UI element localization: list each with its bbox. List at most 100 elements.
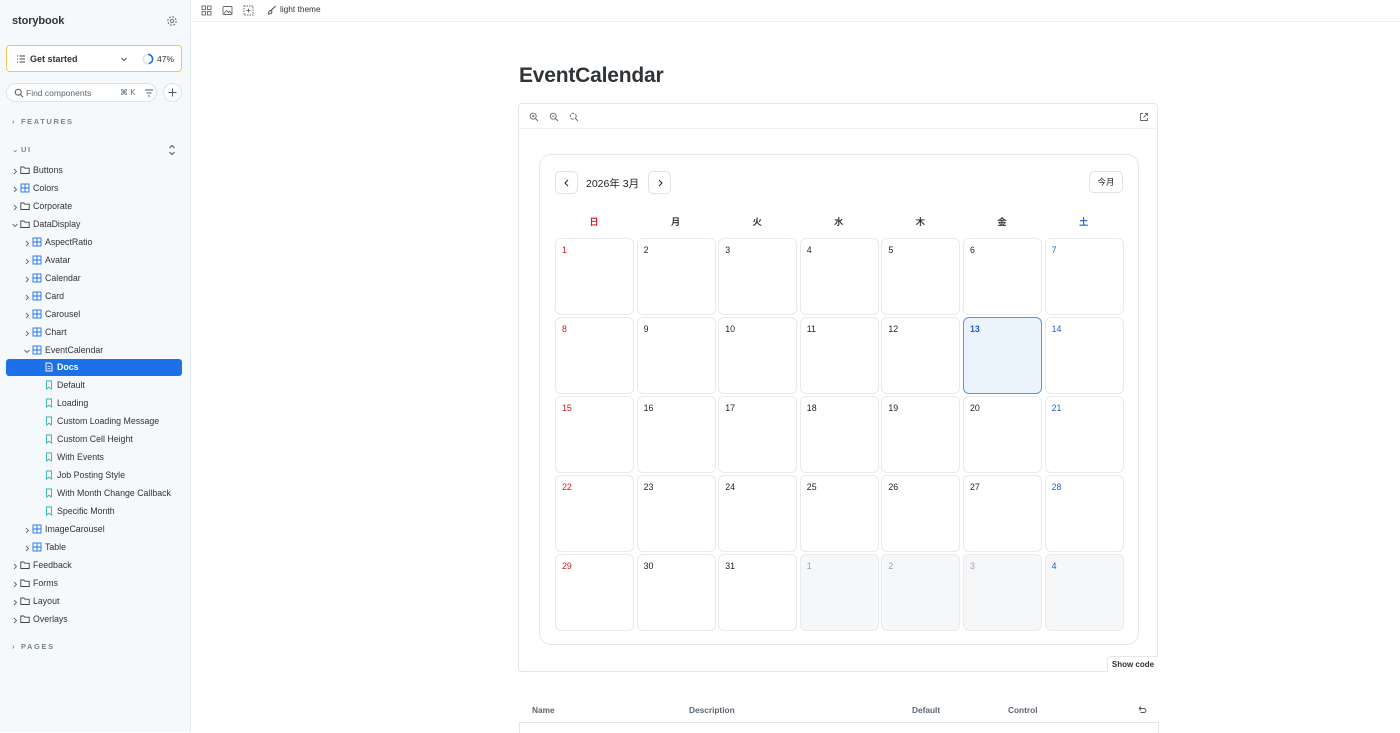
- filter-icon[interactable]: [144, 88, 154, 98]
- sidebar-item-specific-month[interactable]: Specific Month: [0, 503, 190, 520]
- calendar-day-cell[interactable]: 28: [1044, 475, 1124, 552]
- sidebar-item-chart[interactable]: Chart: [0, 324, 190, 341]
- calendar-day-cell[interactable]: 2: [636, 238, 716, 315]
- calendar-day-cell[interactable]: 7: [1044, 238, 1124, 315]
- bookmark-icon: [44, 488, 54, 498]
- sidebar-item-aspectratio[interactable]: AspectRatio: [0, 234, 190, 251]
- calendar-day-cell[interactable]: 6: [963, 238, 1042, 315]
- calendar-day-cell[interactable]: 25: [799, 475, 879, 552]
- chevron-right-icon: [12, 580, 18, 588]
- theme-switcher[interactable]: light theme: [267, 4, 321, 15]
- calendar-day-cell[interactable]: 22: [555, 475, 634, 552]
- sidebar-item-custom-cell-height[interactable]: Custom Cell Height: [0, 431, 190, 448]
- search-icon: [14, 88, 24, 98]
- calendar-day-cell[interactable]: 20: [963, 396, 1042, 473]
- sidebar-item-overlays[interactable]: Overlays: [0, 611, 190, 628]
- component-icon: [20, 183, 30, 193]
- folder-icon: [20, 578, 30, 588]
- calendar-day-cell[interactable]: 17: [718, 396, 798, 473]
- calendar-day-cell[interactable]: 24: [718, 475, 798, 552]
- calendar-day-cell[interactable]: 19: [881, 396, 961, 473]
- next-month-button[interactable]: [648, 171, 671, 194]
- add-button[interactable]: [163, 83, 182, 102]
- sidebar-item-calendar[interactable]: Calendar: [0, 270, 190, 287]
- sidebar-item-corporate[interactable]: Corporate: [0, 198, 190, 215]
- open-new-tab-icon[interactable]: [1139, 112, 1149, 122]
- calendar-day-cell[interactable]: 31: [718, 554, 798, 631]
- zoom-reset-icon[interactable]: [569, 112, 579, 122]
- calendar-day-cell[interactable]: 9: [636, 317, 716, 394]
- outline-icon[interactable]: [243, 5, 254, 16]
- expand-collapse-icon[interactable]: [167, 143, 177, 157]
- calendar-day-cell[interactable]: 10: [718, 317, 798, 394]
- calendar-day-cell[interactable]: 1: [799, 554, 879, 631]
- calendar-day-cell[interactable]: 2: [881, 554, 961, 631]
- sidebar-item-label: Table: [45, 542, 67, 552]
- sidebar-item-imagecarousel[interactable]: ImageCarousel: [0, 521, 190, 538]
- calendar-day-cell[interactable]: 15: [555, 396, 634, 473]
- calendar-day-cell[interactable]: 5: [881, 238, 961, 315]
- show-code-button[interactable]: Show code: [1107, 656, 1158, 672]
- section-features[interactable]: › FEATURES: [12, 117, 74, 126]
- storybook-logo[interactable]: storybook: [12, 15, 64, 27]
- calendar-day-cell[interactable]: 27: [963, 475, 1042, 552]
- sidebar-item-with-month-change-callback[interactable]: With Month Change Callback: [0, 485, 190, 502]
- calendar-day-cell[interactable]: 23: [636, 475, 716, 552]
- calendar-day-cell[interactable]: 21: [1044, 396, 1124, 473]
- calendar-day-cell[interactable]: 3: [718, 238, 798, 315]
- chevron-down-icon: [24, 347, 30, 354]
- sidebar-item-carousel[interactable]: Carousel: [0, 306, 190, 323]
- sidebar-item-colors[interactable]: Colors: [0, 180, 190, 197]
- get-started-button[interactable]: Get started 47%: [6, 45, 182, 72]
- calendar-day-cell[interactable]: 12: [881, 317, 961, 394]
- section-ui[interactable]: ⌄UI: [12, 145, 32, 154]
- calendar-day-cell[interactable]: 4: [799, 238, 879, 315]
- chevron-right-icon: [12, 185, 18, 193]
- zoom-out-icon[interactable]: [549, 112, 559, 122]
- sidebar-item-layout[interactable]: Layout: [0, 593, 190, 610]
- calendar-day-cell[interactable]: 26: [881, 475, 961, 552]
- calendar-day-cell[interactable]: 8: [555, 317, 634, 394]
- day-number: 9: [643, 324, 649, 334]
- calendar-day-cell-today[interactable]: 13: [963, 317, 1042, 394]
- calendar-day-cell[interactable]: 14: [1044, 317, 1124, 394]
- reset-icon[interactable]: [1137, 705, 1147, 715]
- chevron-right-icon: [12, 598, 18, 606]
- sidebar-item-table[interactable]: Table: [0, 539, 190, 556]
- prev-month-button[interactable]: [555, 171, 578, 194]
- sidebar-item-custom-loading-message[interactable]: Custom Loading Message: [0, 413, 190, 430]
- sidebar-item-avatar[interactable]: Avatar: [0, 252, 190, 269]
- gear-icon[interactable]: [166, 15, 178, 27]
- calendar-day-cell[interactable]: 18: [799, 396, 879, 473]
- chevron-right-icon: [24, 329, 30, 337]
- day-number: 16: [643, 403, 654, 413]
- sidebar-item-card[interactable]: Card: [0, 288, 190, 305]
- this-month-button[interactable]: 今月: [1089, 171, 1123, 193]
- grid-icon[interactable]: [201, 5, 212, 16]
- calendar-day-cell[interactable]: 16: [636, 396, 716, 473]
- zoom-in-icon[interactable]: [529, 112, 539, 122]
- chevron-down-icon: ⌄: [12, 145, 20, 154]
- sidebar-item-job-posting-style[interactable]: Job Posting Style: [0, 467, 190, 484]
- sidebar-item-feedback[interactable]: Feedback: [0, 557, 190, 574]
- sidebar-item-loading[interactable]: Loading: [0, 395, 190, 412]
- image-icon[interactable]: [222, 5, 233, 16]
- sidebar-item-forms[interactable]: Forms: [0, 575, 190, 592]
- sidebar-item-label: DataDisplay: [33, 219, 81, 229]
- sidebar-item-docs[interactable]: Docs: [6, 359, 182, 376]
- sidebar-item-datadisplay[interactable]: DataDisplay: [0, 216, 190, 233]
- month-label: 2026年 3月: [586, 178, 640, 190]
- calendar-day-cell[interactable]: 3: [963, 554, 1042, 631]
- sidebar-item-eventcalendar[interactable]: EventCalendar: [0, 342, 190, 359]
- calendar-day-cell[interactable]: 11: [799, 317, 879, 394]
- day-number: 18: [806, 403, 817, 413]
- calendar-day-cell[interactable]: 4: [1044, 554, 1124, 631]
- sidebar-item-buttons[interactable]: Buttons: [0, 162, 190, 179]
- calendar-day-cell[interactable]: 1: [555, 238, 634, 315]
- calendar-day-cell[interactable]: 29: [555, 554, 634, 631]
- sidebar-item-with-events[interactable]: With Events: [0, 449, 190, 466]
- calendar-day-cell[interactable]: 30: [636, 554, 716, 631]
- search-input[interactable]: [26, 86, 116, 100]
- sidebar-item-default[interactable]: Default: [0, 377, 190, 394]
- section-pages[interactable]: › PAGES: [12, 642, 55, 651]
